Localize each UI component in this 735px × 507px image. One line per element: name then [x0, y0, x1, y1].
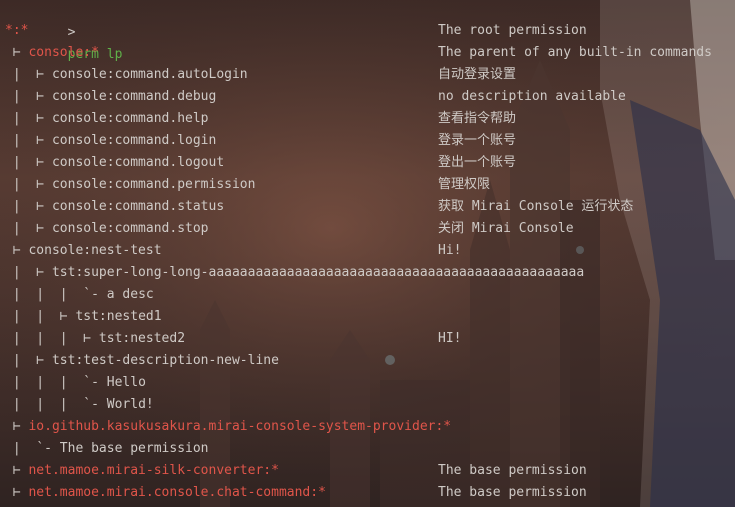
- permission-id: `- a desc: [83, 287, 154, 302]
- tree-branch: | ⊢: [5, 111, 52, 126]
- tree-branch: | ⊢: [5, 89, 52, 104]
- permission-row: | | | `- World!: [0, 394, 735, 416]
- permission-description: The parent of any built-in commands: [438, 45, 712, 60]
- tree-branch: ⊢: [5, 485, 29, 500]
- permission-id: console:*: [28, 45, 99, 60]
- tree-branch: | ⊢: [5, 133, 52, 148]
- permission-row: *:* The root permission: [0, 20, 735, 42]
- tree-branch: ⊢: [5, 463, 29, 478]
- permission-description: 获取 Mirai Console 运行状态: [438, 199, 634, 214]
- tree-branch: | | |: [5, 397, 84, 412]
- permission-description: The base permission: [438, 485, 587, 500]
- permission-description: HI!: [438, 331, 462, 346]
- permission-id: io.github.kasukusakura.mirai-console-sys…: [28, 419, 452, 434]
- permission-id: tst:super-long-long-aaaaaaaaaaaaaaaaaaaa…: [51, 265, 585, 280]
- permission-id: console:command.login: [51, 133, 217, 148]
- permission-id: console:command.stop: [51, 221, 209, 236]
- permission-row: ⊢ io.github.kasukusakura.mirai-console-s…: [0, 416, 735, 438]
- permission-id: console:command.permission: [51, 177, 256, 192]
- permission-description: 登录一个账号: [438, 133, 517, 148]
- tree-branch: ⊢: [5, 243, 29, 258]
- permission-row: | ⊢ console:command.logout 登出一个账号: [0, 152, 735, 174]
- permission-row: | ⊢ console:command.autoLogin 自动登录设置: [0, 64, 735, 86]
- tree-branch: | ⊢: [5, 353, 52, 368]
- permission-id: `- The base permission: [36, 441, 209, 456]
- permission-description: 管理权限: [438, 177, 491, 192]
- permission-id: tst:test-description-new-line: [51, 353, 279, 368]
- tree-branch: | ⊢: [5, 221, 52, 236]
- permission-row: ⊢ net.mamoe.mirai-silk-converter:* The ba…: [0, 460, 735, 482]
- permission-id: *:*: [5, 23, 29, 38]
- permission-description: The root permission: [438, 23, 587, 38]
- permission-row: | ⊢ console:command.stop 关闭 Mirai Console: [0, 218, 735, 240]
- tree-branch: | ⊢: [5, 177, 52, 192]
- permission-description: Hi!: [438, 243, 462, 258]
- permission-description: 查看指令帮助: [438, 111, 517, 126]
- permission-row: ⊢ console:* The parent of any built-in co…: [0, 42, 735, 64]
- permission-row: | ⊢ console:command.status 获取 Mirai Conso…: [0, 196, 735, 218]
- permission-description: no description available: [438, 89, 626, 104]
- terminal-output: > perm lp *:* The root permission ⊢ conso…: [0, 0, 735, 507]
- permission-description: 登出一个账号: [438, 155, 517, 170]
- permission-id: console:command.help: [51, 111, 209, 126]
- tree-branch: | | | ⊢: [5, 331, 99, 346]
- permission-id: tst:nested1: [75, 309, 162, 324]
- tree-branch: | | ⊢: [5, 309, 76, 324]
- permission-row: | ⊢ tst:test-description-new-line: [0, 350, 735, 372]
- permission-row: ⊢ net.mamoe.mirai.console.chat-command:*…: [0, 482, 735, 504]
- permission-row: | | ⊢ tst:nested1: [0, 306, 735, 328]
- permission-id: net.mamoe.mirai-silk-converter:*: [28, 463, 279, 478]
- tree-branch: | | |: [5, 287, 84, 302]
- permission-row: | ⊢ console:command.permission 管理权限: [0, 174, 735, 196]
- tree-branch: ⊢: [5, 45, 29, 60]
- permission-id: console:command.status: [51, 199, 225, 214]
- permission-row: | ⊢ console:command.help 查看指令帮助: [0, 108, 735, 130]
- permission-description: 自动登录设置: [438, 67, 517, 82]
- tree-branch: | ⊢: [5, 265, 52, 280]
- permission-row: | `- The base permission: [0, 438, 735, 460]
- tree-branch: |: [5, 441, 37, 456]
- permission-id: console:command.debug: [51, 89, 217, 104]
- permission-id: console:nest-test: [28, 243, 162, 258]
- permission-row: | | | `- a desc: [0, 284, 735, 306]
- terminal-window: > perm lp *:* The root permission ⊢ conso…: [0, 0, 735, 507]
- tree-branch: ⊢: [5, 419, 29, 434]
- prompt-line: > perm lp: [0, 0, 735, 62]
- tree-branch: | | |: [5, 375, 84, 390]
- tree-branch: | ⊢: [5, 67, 52, 82]
- permission-id: console:command.autoLogin: [51, 67, 248, 82]
- permission-row: | ⊢ tst:super-long-long-aaaaaaaaaaaaaaaa…: [0, 262, 735, 284]
- permission-description: 关闭 Mirai Console: [438, 221, 574, 236]
- permission-id: `- Hello: [83, 375, 146, 390]
- permission-row: | | | `- Hello: [0, 372, 735, 394]
- tree-branch: | ⊢: [5, 199, 52, 214]
- permission-id: console:command.logout: [51, 155, 225, 170]
- permission-id: `- World!: [83, 397, 154, 412]
- tree-branch: | ⊢: [5, 155, 52, 170]
- permission-id: net.mamoe.mirai.console.chat-command:*: [28, 485, 326, 500]
- permission-row: | ⊢ console:command.login 登录一个账号: [0, 130, 735, 152]
- permission-row: ⊢ console:nest-test Hi!: [0, 240, 735, 262]
- permission-row: | | | ⊢ tst:nested2 HI!: [0, 328, 735, 350]
- permission-row: | ⊢ console:command.debug no description …: [0, 86, 735, 108]
- permission-id: tst:nested2: [98, 331, 186, 346]
- permission-description: The base permission: [438, 463, 587, 478]
